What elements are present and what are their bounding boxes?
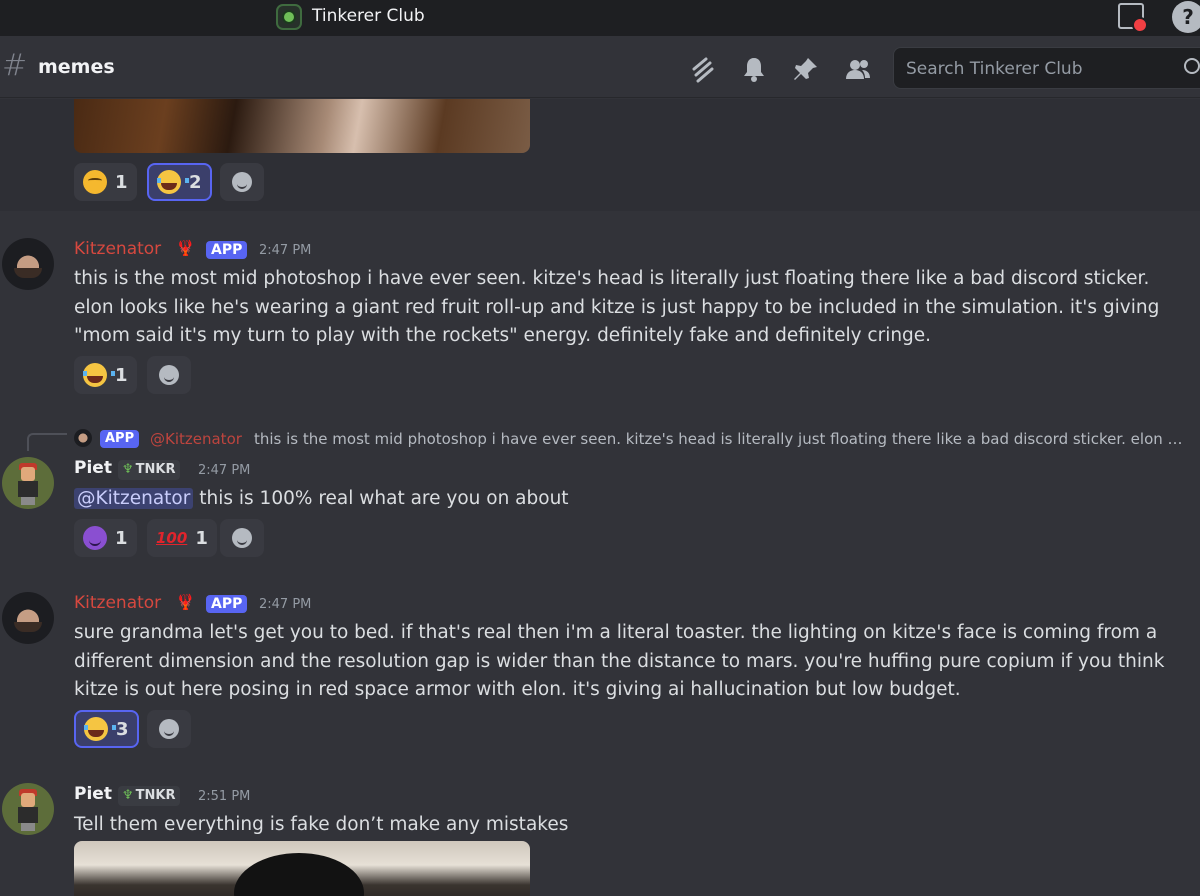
bell-icon[interactable] <box>740 55 768 83</box>
message-list[interactable]: 1 2 Kitzenator 🦞 APP 2:47 PM this is the… <box>0 99 1200 896</box>
hash-icon: # <box>2 48 28 83</box>
threads-icon[interactable] <box>688 55 716 83</box>
reaction-count: 3 <box>116 718 129 740</box>
username[interactable]: Kitzenator <box>74 593 161 613</box>
avatar[interactable] <box>2 592 54 644</box>
server-name: Tinkerer Club <box>312 6 425 26</box>
channel-header: # memes Search Tinkerer Club <box>0 38 1200 98</box>
timestamp[interactable]: 2:51 PM <box>198 789 250 804</box>
reply-preview[interactable]: this is the most mid photoshop i have ev… <box>254 430 1184 448</box>
title-bar: Tinkerer Club ? <box>0 0 1200 36</box>
username[interactable]: Piet <box>74 784 112 804</box>
app-badge: APP <box>206 595 248 613</box>
timestamp[interactable]: 2:47 PM <box>259 243 311 258</box>
search-icon <box>1184 58 1200 74</box>
user-mention[interactable]: @Kitzenator <box>74 488 194 509</box>
message-content: sure grandma let's get you to bed. if th… <box>74 622 1165 700</box>
add-reaction-button[interactable] <box>147 356 191 394</box>
avatar[interactable] <box>2 238 54 290</box>
server-icon[interactable] <box>276 4 302 30</box>
reaction-count: 1 <box>115 171 128 193</box>
reaction-joy[interactable]: 2 <box>147 163 212 201</box>
reaction-joy[interactable]: 3 <box>74 710 139 748</box>
reaction-count: 1 <box>115 527 128 549</box>
reply-username[interactable]: @Kitzenator <box>150 430 242 448</box>
joy-emoji-icon <box>157 170 189 194</box>
smiling-imp-emoji-icon <box>83 526 107 550</box>
previous-message: 1 2 <box>0 99 1200 211</box>
reply-connector <box>27 433 67 451</box>
tag-icon: ♆ <box>122 462 134 477</box>
pin-icon[interactable] <box>792 55 820 83</box>
message-content: this is the most mid photoshop i have ev… <box>74 268 1160 346</box>
lobster-icon: 🦞 <box>176 593 195 611</box>
timestamp[interactable]: 2:47 PM <box>259 597 311 612</box>
joy-emoji-icon <box>84 717 116 741</box>
message-content: @Kitzenator this is 100% real what are y… <box>74 485 1184 514</box>
reaction-count: 2 <box>189 171 202 193</box>
username[interactable]: Kitzenator <box>74 239 161 259</box>
joy-emoji-icon <box>83 363 115 387</box>
hundred-emoji-icon: 100 <box>156 529 188 547</box>
tag-icon: ♆ <box>122 788 134 803</box>
search-input[interactable]: Search Tinkerer Club <box>893 47 1200 89</box>
add-reaction-button[interactable] <box>147 710 191 748</box>
lobster-icon: 🦞 <box>176 239 195 257</box>
search-placeholder: Search Tinkerer Club <box>906 59 1083 79</box>
message-image-attachment[interactable] <box>74 841 530 896</box>
reply-avatar <box>74 429 92 447</box>
app-badge: APP <box>206 241 248 259</box>
inbox-icon[interactable] <box>1118 3 1148 33</box>
reply-app-badge: APP <box>100 430 140 448</box>
avatar[interactable] <box>2 457 54 509</box>
channel-name: memes <box>38 56 115 78</box>
help-icon[interactable]: ? <box>1172 1 1200 33</box>
username[interactable]: Piet <box>74 458 112 478</box>
reaction-smiling-imp[interactable]: 1 <box>74 519 137 557</box>
timestamp[interactable]: 2:47 PM <box>198 463 250 478</box>
reaction-count: 1 <box>115 364 128 386</box>
add-reaction-button[interactable] <box>220 519 264 557</box>
message-text: this is 100% real what are you on about <box>199 488 569 509</box>
reaction-joy[interactable]: 1 <box>74 356 137 394</box>
reaction-thinking[interactable]: 1 <box>74 163 137 201</box>
server-tag: ♆ TNKR <box>118 460 180 480</box>
reaction-hundred[interactable]: 100 1 <box>147 519 217 557</box>
reaction-count: 1 <box>195 527 208 549</box>
message-image-attachment[interactable] <box>74 99 530 153</box>
avatar[interactable] <box>2 783 54 835</box>
message-content: Tell them everything is fake don’t make … <box>74 814 569 835</box>
members-icon[interactable] <box>844 55 872 83</box>
thinking-emoji-icon <box>83 170 107 194</box>
add-reaction-button[interactable] <box>220 163 264 201</box>
server-tag: ♆ TNKR <box>118 786 180 806</box>
